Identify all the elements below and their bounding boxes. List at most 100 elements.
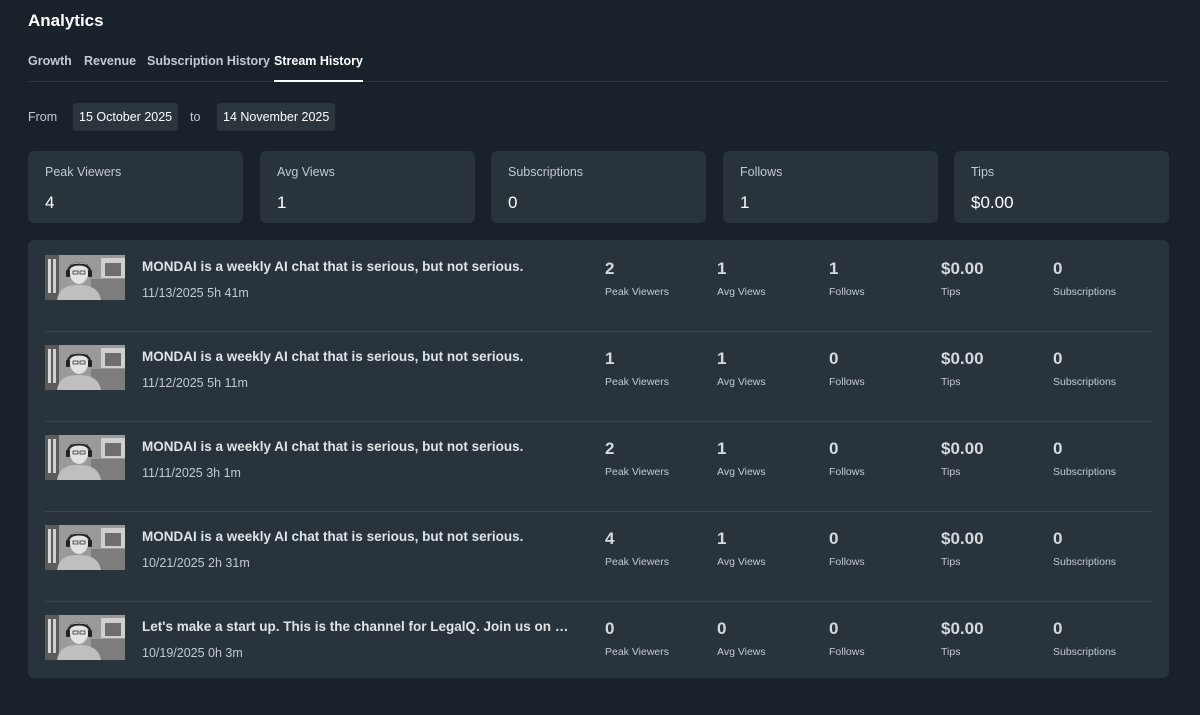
metric-value: $0.00 [941,529,984,548]
stream-title[interactable]: MONDAI is a weekly AI chat that is serio… [142,259,572,274]
tab-stream-history[interactable]: Stream History [274,54,363,82]
stream-thumbnail-image [45,255,125,300]
metric-label: Follows [829,646,865,658]
metric-value: 0 [1053,349,1063,368]
stream-thumbnail-image [45,615,125,660]
metric-label: Follows [829,556,865,568]
metric-label: Tips [941,376,961,388]
stream-duration: 0h 3m [208,646,243,660]
metric-value: 1 [717,439,727,458]
summary-card-follows: Follows 1 [723,151,938,223]
metric-avg-views: 1 Avg Views [717,529,766,568]
metric-value: 0 [717,619,727,638]
metric-follows: 0 Follows [829,439,865,478]
metric-label: Tips [941,466,961,478]
stream-thumbnail[interactable] [45,345,125,390]
tab-subscription-history[interactable]: Subscription History [147,54,270,68]
stream-row[interactable]: MONDAI is a weekly AI chat that is serio… [28,332,1169,422]
stream-title[interactable]: MONDAI is a weekly AI chat that is serio… [142,529,572,544]
stream-thumbnail-image [45,435,125,480]
metric-value: 1 [717,349,727,368]
metric-label: Avg Views [717,646,766,658]
metric-label: Subscriptions [1053,556,1117,568]
stream-thumbnail[interactable] [45,435,125,480]
metric-follows: 0 Follows [829,619,865,658]
stream-thumbnail[interactable] [45,255,125,300]
metric-value: 0 [1053,619,1063,638]
metric-label: Peak Viewers [605,556,670,568]
metric-label: Follows [829,286,865,298]
tab-revenue[interactable]: Revenue [84,54,136,68]
metric-avg-views: 0 Avg Views [717,619,766,658]
metric-tips: $0.00 Tips [941,529,984,568]
metric-follows: 1 Follows [829,259,865,298]
metric-tips: $0.00 Tips [941,439,984,478]
summary-card-peak-viewers: Peak Viewers 4 [28,151,243,223]
metric-follows: 0 Follows [829,529,865,568]
stream-title[interactable]: MONDAI is a weekly AI chat that is serio… [142,439,572,454]
stream-row[interactable]: MONDAI is a weekly AI chat that is serio… [28,512,1169,602]
metric-label: Avg Views [717,286,766,298]
metric-value: 0 [829,349,839,368]
stream-title[interactable]: MONDAI is a weekly AI chat that is serio… [142,349,572,364]
stream-row[interactable]: MONDAI is a weekly AI chat that is serio… [28,242,1169,332]
stream-thumbnail[interactable] [45,615,125,660]
metric-label: Peak Viewers [605,376,670,388]
metric-value: $0.00 [941,259,984,278]
metric-label: Peak Viewers [605,286,670,298]
metric-peak-viewers: 2 Peak Viewers [605,259,669,298]
metric-tips: $0.00 Tips [941,259,984,298]
metric-value: 1 [717,529,727,548]
metric-label: Subscriptions [1053,466,1117,478]
stream-duration: 2h 31m [208,556,250,570]
stream-title[interactable]: Let's make a start up. This is the chann… [142,619,572,634]
metric-peak-viewers: 0 Peak Viewers [605,619,669,658]
summary-label: Follows [740,165,783,179]
metric-label: Subscriptions [1053,286,1117,298]
stream-row[interactable]: MONDAI is a weekly AI chat that is serio… [28,422,1169,512]
summary-value: $0.00 [971,193,1014,212]
summary-value: 1 [277,193,287,212]
tab-bar: Growth Revenue Subscription History Stre… [28,54,1169,82]
metric-value: 0 [605,619,615,638]
tab-growth[interactable]: Growth [28,54,72,68]
metric-label: Subscriptions [1053,376,1117,388]
to-label: to [190,110,201,124]
metric-value: $0.00 [941,439,984,458]
from-date-picker[interactable]: 15 October 2025 [73,103,179,131]
metric-value: $0.00 [941,349,984,368]
metric-subscriptions: 0 Subscriptions [1053,259,1116,298]
metric-label: Follows [829,466,865,478]
metric-label: Follows [829,376,865,388]
to-date-picker[interactable]: 14 November 2025 [217,103,336,131]
metric-tips: $0.00 Tips [941,349,984,388]
stream-date: 11/12/2025 [142,376,204,390]
stream-duration: 3h 1m [206,466,241,480]
summary-value: 1 [740,193,750,212]
summary-card-tips: Tips $0.00 [954,151,1169,223]
metric-label: Tips [941,286,961,298]
metric-value: 2 [605,439,615,458]
metric-peak-viewers: 2 Peak Viewers [605,439,669,478]
metric-value: 1 [717,259,727,278]
stream-row[interactable]: Let's make a start up. This is the chann… [28,602,1169,678]
summary-label: Peak Viewers [45,165,122,179]
metric-label: Tips [941,646,961,658]
stream-date: 11/13/2025 [142,286,204,300]
stream-thumbnail-image [45,525,125,570]
from-label: From [28,110,58,124]
stream-duration: 5h 41m [207,286,249,300]
metric-value: 0 [1053,259,1063,278]
metric-label: Avg Views [717,466,766,478]
metric-value: 0 [829,619,839,638]
stream-duration: 5h 11m [207,376,248,390]
stream-thumbnail-image [45,345,125,390]
summary-value: 4 [45,193,55,212]
metric-subscriptions: 0 Subscriptions [1053,349,1116,388]
stream-thumbnail[interactable] [45,525,125,570]
page-title: Analytics [28,11,104,30]
metric-subscriptions: 0 Subscriptions [1053,529,1116,568]
stream-date-duration: 10/21/2025 2h 31m [142,556,250,570]
metric-follows: 0 Follows [829,349,865,388]
metric-label: Subscriptions [1053,646,1117,658]
